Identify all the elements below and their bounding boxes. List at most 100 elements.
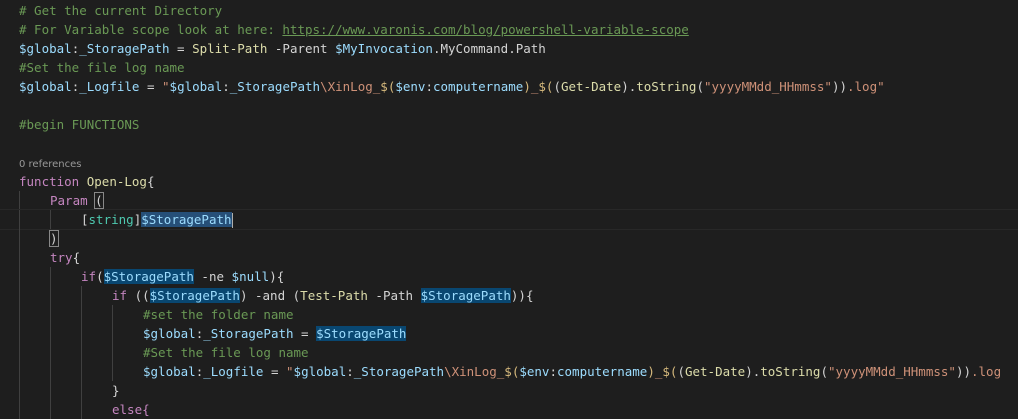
code-token: ( [677, 364, 685, 379]
code-line[interactable]: #Set the file log name [0, 58, 1018, 77]
code-token: computername [557, 364, 648, 379]
code-token: Split-Path [192, 41, 268, 56]
code-token: #Set the file log name [19, 60, 185, 75]
indent-guide [19, 305, 20, 324]
code-line[interactable]: if($StoragePath -ne $null){ [0, 267, 1018, 286]
code-token: = [169, 41, 193, 56]
code-token: "yyyyMMdd_HHmmss" [704, 79, 832, 94]
code-token: ( [96, 269, 104, 284]
code-line[interactable]: $global:_Logfile = "$global:_StoragePath… [0, 362, 1018, 381]
code-token: .log" [847, 79, 885, 94]
code-token: $global [293, 364, 347, 379]
code-token: string [88, 212, 134, 227]
code-token: $env [519, 364, 550, 379]
code-token: " [286, 364, 294, 379]
code-token: _StoragePath [79, 41, 170, 56]
code-line[interactable]: $global:_Logfile = "$global:_StoragePath… [0, 77, 1018, 96]
code-token: _Logfile [203, 364, 264, 379]
code-token: $global [143, 364, 196, 379]
indent-guide [50, 324, 51, 343]
code-line[interactable]: #begin FUNCTIONS [0, 115, 1018, 134]
code-token: -ne [193, 269, 232, 284]
code-token: $( [538, 79, 554, 94]
code-token: ) [49, 230, 59, 247]
indent-guide [19, 324, 20, 343]
code-token: -Parent [267, 41, 336, 56]
code-token: $env [395, 79, 426, 94]
code-token: ){ [269, 269, 285, 284]
code-token: Param [50, 193, 88, 208]
code-token: $( [662, 364, 678, 379]
code-token: ( [696, 79, 704, 94]
code-line[interactable]: # Get the current Directory [0, 1, 1018, 20]
indent-guide [81, 362, 82, 381]
code-line[interactable] [0, 96, 1018, 115]
indent-guide [19, 210, 20, 229]
indent-guide [19, 286, 20, 305]
code-token: $StoragePath [420, 288, 511, 303]
code-token: )) [955, 364, 971, 379]
code-token: if [112, 288, 128, 303]
code-token: .log [971, 364, 1002, 379]
code-line[interactable]: $global:_StoragePath = $StoragePath [0, 324, 1018, 343]
indent-guide [112, 324, 113, 343]
code-token: _StoragePath [353, 364, 445, 379]
code-line[interactable]: function Open-Log{ [0, 172, 1018, 191]
code-token: \XinLog_ [320, 79, 381, 94]
code-token: Get-Date [560, 79, 622, 94]
indent-guide [81, 305, 82, 324]
code-token: function [19, 174, 80, 189]
code-token: (( [127, 288, 150, 303]
indent-guide [19, 248, 20, 267]
code-token: toString [760, 364, 821, 379]
code-token: #Set the file log name [143, 345, 309, 360]
code-token: [ [81, 212, 89, 227]
indent-guide [19, 362, 20, 381]
code-token: { [146, 174, 155, 189]
codelens-references[interactable]: 0 references [0, 153, 1018, 172]
code-token: : [346, 364, 354, 379]
code-token: $global [169, 79, 223, 94]
code-token: $StoragePath [149, 288, 240, 303]
indent-guide [112, 305, 113, 324]
code-token: )){ [510, 288, 534, 303]
indent-guide [112, 343, 113, 362]
code-token: # Get the current Directory [19, 3, 223, 18]
indent-guide [19, 267, 20, 286]
code-line[interactable] [0, 134, 1018, 153]
codelens-label[interactable]: 0 references [19, 159, 82, 170]
text-cursor [231, 213, 233, 228]
code-token: : [222, 79, 230, 94]
code-line[interactable]: $global:_StoragePath = Split-Path -Paren… [0, 39, 1018, 58]
indent-guide [81, 324, 82, 343]
code-line[interactable]: #Set the file log name [0, 343, 1018, 362]
code-line[interactable]: try{ [0, 248, 1018, 267]
code-token: -Path [367, 288, 421, 303]
code-token: _StoragePath [229, 79, 321, 94]
code-token: $global [19, 41, 72, 56]
code-token: $global [19, 79, 72, 94]
code-line[interactable]: ) [0, 229, 1018, 248]
indent-guide [81, 381, 82, 400]
code-token: )) [831, 79, 847, 94]
code-token: ) -and ( [239, 288, 301, 303]
code-token: _StoragePath [203, 326, 294, 341]
code-line[interactable]: # For Variable scope look at here: https… [0, 20, 1018, 39]
code-line[interactable]: } [0, 381, 1018, 400]
code-line[interactable]: [string]$StoragePath [0, 209, 1018, 230]
code-token: $( [380, 79, 396, 94]
indent-guide [50, 286, 51, 305]
code-token: $StoragePath [103, 269, 194, 284]
code-line[interactable]: if (($StoragePath) -and (Test-Path -Path… [0, 286, 1018, 305]
code-line[interactable]: Param ( [0, 191, 1018, 210]
indent-guide [81, 286, 82, 305]
indent-guide [19, 343, 20, 362]
code-token: : [425, 79, 433, 94]
code-token: $MyInvocation [335, 41, 433, 56]
code-editor[interactable]: # Get the current Directory # For Variabl… [0, 0, 1018, 419]
code-token: Open-Log [86, 174, 147, 189]
code-line[interactable]: #set the folder name [0, 305, 1018, 324]
indent-guide [81, 343, 82, 362]
indent-guide [19, 191, 20, 210]
